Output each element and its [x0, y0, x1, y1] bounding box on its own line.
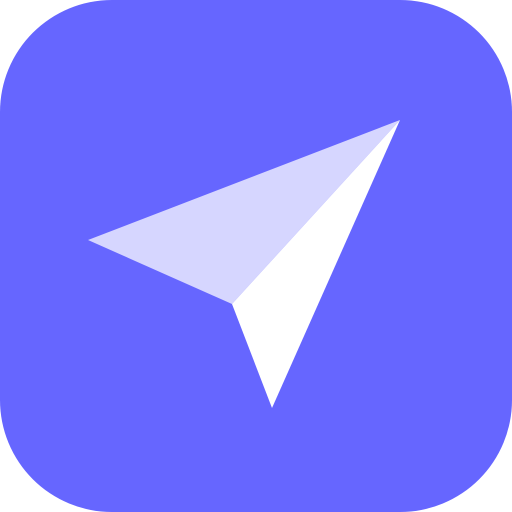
paper-plane-icon — [88, 120, 400, 408]
